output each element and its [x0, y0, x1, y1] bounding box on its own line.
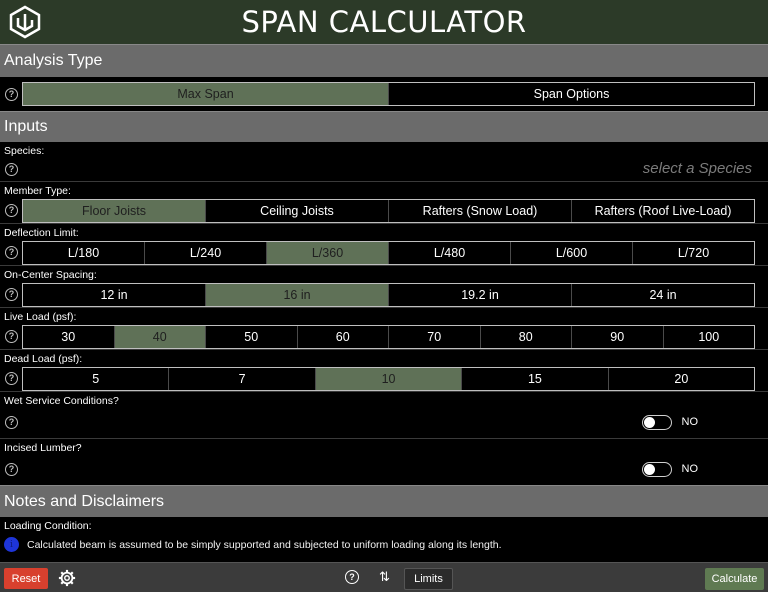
spacing-field: On-Center Spacing: ? 12 in 16 in 19.2 in 24…: [0, 266, 768, 308]
live-load-field: Live Load (psf): ? 30 40 50 60 70 80 90 100: [0, 308, 768, 350]
app-header: SPAN CALCULATOR: [0, 0, 768, 44]
analysis-type-toggle: Max Span Span Options: [22, 82, 755, 106]
spacing-option[interactable]: 16 in: [205, 283, 388, 306]
footer-toolbar: Reset ? ⇅ Limits Calculate: [0, 562, 768, 592]
deflection-option[interactable]: L/360: [266, 241, 388, 264]
live-load-selector: 30 40 50 60 70 80 90 100: [22, 324, 755, 349]
live-load-option[interactable]: 80: [479, 325, 572, 348]
section-title: Inputs: [4, 118, 48, 135]
wet-service-value: NO: [681, 416, 699, 428]
deflection-option[interactable]: L/480: [388, 241, 510, 264]
incised-value: NO: [681, 463, 699, 475]
spacing-option[interactable]: 24 in: [571, 283, 754, 306]
wet-service-label: Wet Service Conditions?: [4, 395, 119, 407]
species-field: Species: ? select a Species: [0, 142, 768, 182]
analysis-type-row: ? Max Span Span Options: [0, 77, 768, 111]
live-load-option[interactable]: 30: [23, 326, 114, 348]
section-notes: Notes and Disclaimers: [0, 485, 768, 517]
help-icon[interactable]: ?: [5, 246, 18, 259]
spacing-option[interactable]: 12 in: [23, 284, 205, 306]
help-icon[interactable]: ?: [5, 204, 18, 217]
live-load-label: Live Load (psf):: [4, 311, 77, 323]
live-load-option[interactable]: 70: [388, 325, 480, 348]
incised-field: Incised Lumber? ? NO: [0, 439, 768, 485]
live-load-option[interactable]: 60: [296, 325, 389, 348]
help-icon[interactable]: ?: [5, 87, 18, 101]
incised-toggle[interactable]: [641, 461, 672, 477]
help-icon[interactable]: ?: [5, 162, 18, 176]
deflection-option[interactable]: L/240: [144, 241, 266, 264]
deflection-field: Deflection Limit: ? L/180 L/240 L/360 L/480…: [0, 224, 768, 266]
deflection-option[interactable]: L/600: [510, 241, 632, 264]
live-load-option[interactable]: 40: [113, 325, 205, 348]
live-load-option[interactable]: 50: [205, 325, 297, 348]
member-type-field: Member Type: ? Floor Joists Ceiling Joist…: [0, 182, 768, 224]
member-type-option[interactable]: Rafters (Roof Live-Load): [571, 199, 754, 222]
help-icon[interactable]: ?: [5, 462, 18, 476]
calculate-button[interactable]: Calculate: [705, 568, 764, 590]
help-icon[interactable]: ?: [345, 570, 359, 584]
species-label: Species:: [4, 145, 45, 157]
sort-icon[interactable]: ⇅: [379, 569, 390, 585]
incised-label: Incised Lumber?: [4, 442, 82, 454]
analysis-option[interactable]: Max Span: [23, 83, 388, 105]
deflection-option[interactable]: L/180: [23, 242, 144, 264]
dead-load-option[interactable]: 10: [314, 367, 462, 390]
analysis-option[interactable]: Span Options: [388, 83, 754, 105]
wet-service-field: Wet Service Conditions? ? NO: [0, 392, 768, 439]
section-analysis-type: Analysis Type: [0, 44, 768, 77]
limits-button[interactable]: Limits: [404, 568, 453, 590]
reset-button[interactable]: Reset: [4, 568, 48, 589]
dead-load-option[interactable]: 20: [607, 367, 754, 390]
dead-load-field: Dead Load (psf): ? 5 7 10 15 20: [0, 350, 768, 392]
deflection-option[interactable]: L/720: [632, 241, 754, 264]
dead-load-selector: 5 7 10 15 20: [22, 366, 755, 391]
logo-icon: [9, 5, 41, 39]
toggle-knob: [643, 416, 655, 428]
help-icon[interactable]: ?: [5, 288, 18, 301]
help-icon[interactable]: ?: [5, 330, 18, 343]
spacing-selector: 12 in 16 in 19.2 in 24 in: [22, 282, 755, 307]
deflection-selector: L/180 L/240 L/360 L/480 L/600 L/720: [22, 240, 755, 265]
notes-body: Loading Condition: i Calculated beam is …: [0, 517, 768, 555]
deflection-label: Deflection Limit:: [4, 227, 79, 239]
loading-condition-text: Calculated beam is assumed to be simply …: [27, 538, 502, 551]
spacing-option[interactable]: 19.2 in: [388, 283, 571, 306]
info-icon: i: [4, 537, 19, 552]
section-title: Analysis Type: [4, 52, 103, 69]
help-icon[interactable]: ?: [5, 415, 18, 429]
dead-load-label: Dead Load (psf):: [4, 353, 83, 365]
dead-load-option[interactable]: 5: [23, 368, 168, 390]
app-title: SPAN CALCULATOR: [241, 5, 527, 39]
member-type-option[interactable]: Rafters (Snow Load): [388, 199, 571, 222]
loading-condition-label: Loading Condition:: [4, 520, 92, 532]
live-load-option[interactable]: 90: [571, 325, 663, 348]
wet-service-toggle[interactable]: [641, 414, 672, 430]
toggle-knob: [643, 463, 655, 475]
member-type-option[interactable]: Ceiling Joists: [205, 199, 388, 222]
section-inputs: Inputs: [0, 111, 768, 142]
dead-load-option[interactable]: 15: [461, 367, 607, 390]
member-type-option[interactable]: Floor Joists: [23, 199, 205, 222]
spacing-label: On-Center Spacing:: [4, 269, 97, 281]
gear-icon[interactable]: [58, 569, 76, 587]
member-type-label: Member Type:: [4, 185, 71, 197]
section-title: Notes and Disclaimers: [4, 492, 165, 510]
species-select[interactable]: select a Species: [643, 160, 752, 177]
help-icon[interactable]: ?: [5, 372, 18, 385]
dead-load-option[interactable]: 7: [168, 367, 314, 390]
live-load-option[interactable]: 100: [662, 325, 755, 348]
member-type-selector: Floor Joists Ceiling Joists Rafters (Snow …: [22, 198, 755, 223]
